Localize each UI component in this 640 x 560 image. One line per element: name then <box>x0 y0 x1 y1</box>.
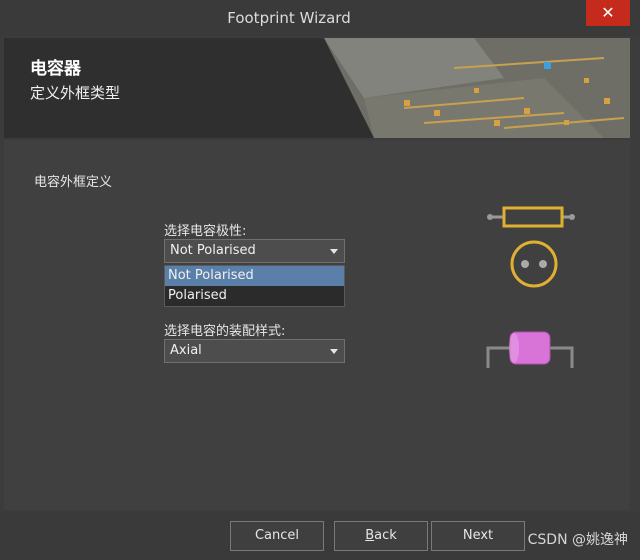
chevron-down-icon[interactable] <box>330 349 338 354</box>
page-title: 电容器 <box>30 59 81 79</box>
title-bar: Footprint Wizard ✕ <box>0 0 640 36</box>
mounting-select-value: Axial <box>170 343 202 358</box>
wizard-header: 电容器 定义外框类型 <box>4 38 630 138</box>
back-button-mnemonic: B <box>365 528 375 543</box>
polarity-option-polarised[interactable]: Polarised <box>165 286 344 306</box>
polarity-select[interactable]: Not Polarised <box>164 239 345 263</box>
axial-outline-icon <box>486 331 574 368</box>
capacitor-preview <box>486 206 575 368</box>
mounting-label: 选择电容的装配样式: <box>164 324 286 339</box>
polarity-option-not-polarised[interactable]: Not Polarised <box>165 266 344 286</box>
polarity-select-value: Not Polarised <box>170 243 256 258</box>
section-label: 电容外框定义 <box>34 175 113 190</box>
polarity-label: 选择电容极性: <box>164 224 247 239</box>
close-button[interactable]: ✕ <box>586 0 630 26</box>
back-button-label: ack <box>374 528 397 543</box>
next-button[interactable]: Next <box>431 521 525 551</box>
mounting-select[interactable]: Axial <box>164 339 345 363</box>
back-button[interactable]: Back <box>334 521 428 551</box>
watermark: CSDN @姚逸神 <box>527 532 628 548</box>
page-subtitle: 定义外框类型 <box>30 84 121 102</box>
polarity-dropdown-list: Not Polarised Polarised <box>164 265 345 307</box>
chevron-down-icon[interactable] <box>330 249 338 254</box>
radial-outline-icon <box>487 206 575 288</box>
window-title: Footprint Wizard <box>227 9 351 27</box>
cancel-button[interactable]: Cancel <box>230 521 324 551</box>
